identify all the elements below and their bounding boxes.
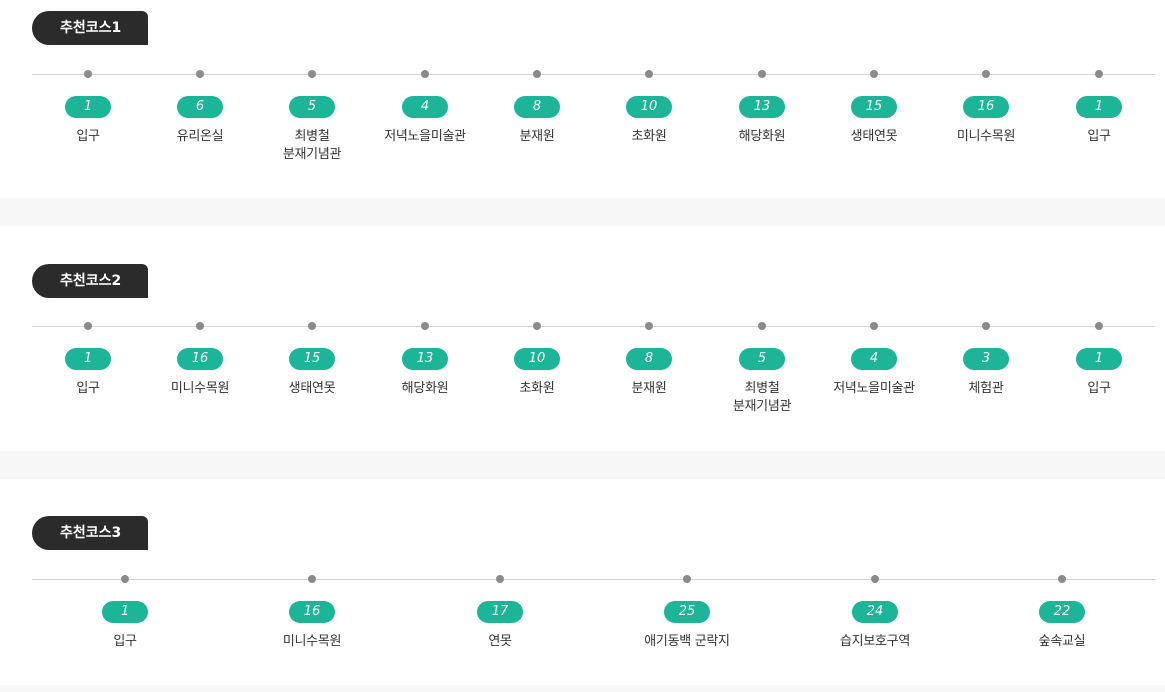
stop-name: 생태연못 [288,381,336,396]
stop-name: 최병철 분재기념관 [282,129,342,162]
stop-name: 초화원 [519,381,555,396]
stop-name: 입구 [1087,129,1111,144]
stop-name: 분재원 [631,381,667,396]
stop-number-pill: 22 [1039,601,1085,623]
stop-number-pill: 10 [626,96,672,118]
stop-dot [758,322,766,330]
course-section: 추천코스1 1 입구 6 유리온실 5 최병철 분재기념관 4 저녁노을미술관 8 분재원 10 초화… [0,0,1165,198]
stop-name: 미니수목원 [956,129,1016,144]
stop-dot [870,70,878,78]
stop-dot [308,575,316,583]
stop-name: 최병철 분재기념관 [732,381,792,414]
stop-number-pill: 8 [514,96,560,118]
stop-dot [196,322,204,330]
course-title-badge: 추천코스1 [32,11,148,45]
course-timeline [32,579,1155,580]
stop-number-pill: 1 [65,96,111,118]
stop-number-pill: 13 [402,348,448,370]
stop-name: 해당화원 [738,129,786,144]
stop-dot [645,70,653,78]
stop-dot [84,322,92,330]
stop-name: 애기동백 군락지 [644,634,730,649]
stop-number-pill: 1 [102,601,148,623]
stop-name: 체험관 [968,381,1004,396]
stop-dot [496,575,504,583]
stop-number-pill: 8 [626,348,672,370]
stop-dot [84,70,92,78]
stop-name: 초화원 [631,129,667,144]
course-section: 추천코스3 1 입구 16 미니수목원 17 연못 25 애기동백 군락지 24 습지보호구역 22… [0,479,1165,685]
stop-dot [1058,575,1066,583]
stop-number-pill: 10 [514,348,560,370]
section-divider [0,451,1165,479]
section-divider [0,198,1165,226]
stop-dot [196,70,204,78]
stop-number-pill: 1 [65,348,111,370]
section-divider [0,685,1165,692]
stop-number-pill: 6 [177,96,223,118]
stop-number-pill: 24 [852,601,898,623]
stop-dot [121,575,129,583]
stop-dot [1095,322,1103,330]
stop-dot [533,322,541,330]
stop-number-pill: 5 [289,96,335,118]
stop-dot [871,575,879,583]
stop-name: 저녁노을미술관 [384,129,466,144]
stop-dot [645,322,653,330]
stop-number-pill: 15 [851,96,897,118]
stop-number-pill: 4 [851,348,897,370]
stop-name: 입구 [76,381,100,396]
course-section: 추천코스2 1 입구 16 미니수목원 15 생태연못 13 해당화원 10 초화원 8 분재원 5 최병… [0,226,1165,451]
stop-name: 입구 [76,129,100,144]
stop-name: 습지보호구역 [840,634,910,649]
stop-number-pill: 4 [402,96,448,118]
stop-name: 미니수목원 [282,634,342,649]
stop-name: 생태연못 [850,129,898,144]
stop-dot [421,322,429,330]
recommended-courses-page: 추천코스1 1 입구 6 유리온실 5 최병철 분재기념관 4 저녁노을미술관 8 분재원 10 초화… [0,0,1165,692]
stop-name: 숲속교실 [1038,634,1086,649]
stop-name: 해당화원 [401,381,449,396]
stop-dot [533,70,541,78]
stop-number-pill: 15 [289,348,335,370]
stop-number-pill: 5 [739,348,785,370]
stop-dot [1095,70,1103,78]
stop-name: 입구 [113,634,137,649]
stop-number-pill: 16 [177,348,223,370]
stop-name: 저녁노을미술관 [833,381,915,396]
course-title-badge: 추천코스2 [32,264,148,298]
stop-dot [421,70,429,78]
stop-name: 연못 [488,634,512,649]
course-title-badge: 추천코스3 [32,516,148,550]
stop-dot [982,322,990,330]
stop-number-pill: 13 [739,96,785,118]
stop-name: 유리온실 [176,129,224,144]
stop-number-pill: 16 [289,601,335,623]
stop-name: 분재원 [519,129,555,144]
stop-number-pill: 1 [1076,96,1122,118]
stop-dot [982,70,990,78]
stop-number-pill: 16 [963,96,1009,118]
stop-number-pill: 1 [1076,348,1122,370]
stop-dot [308,70,316,78]
stop-number-pill: 25 [664,601,710,623]
stop-dot [308,322,316,330]
stop-name: 입구 [1087,381,1111,396]
stop-number-pill: 3 [963,348,1009,370]
stop-dot [758,70,766,78]
stop-dot [683,575,691,583]
stop-dot [870,322,878,330]
stop-number-pill: 17 [477,601,523,623]
stop-name: 미니수목원 [170,381,230,396]
